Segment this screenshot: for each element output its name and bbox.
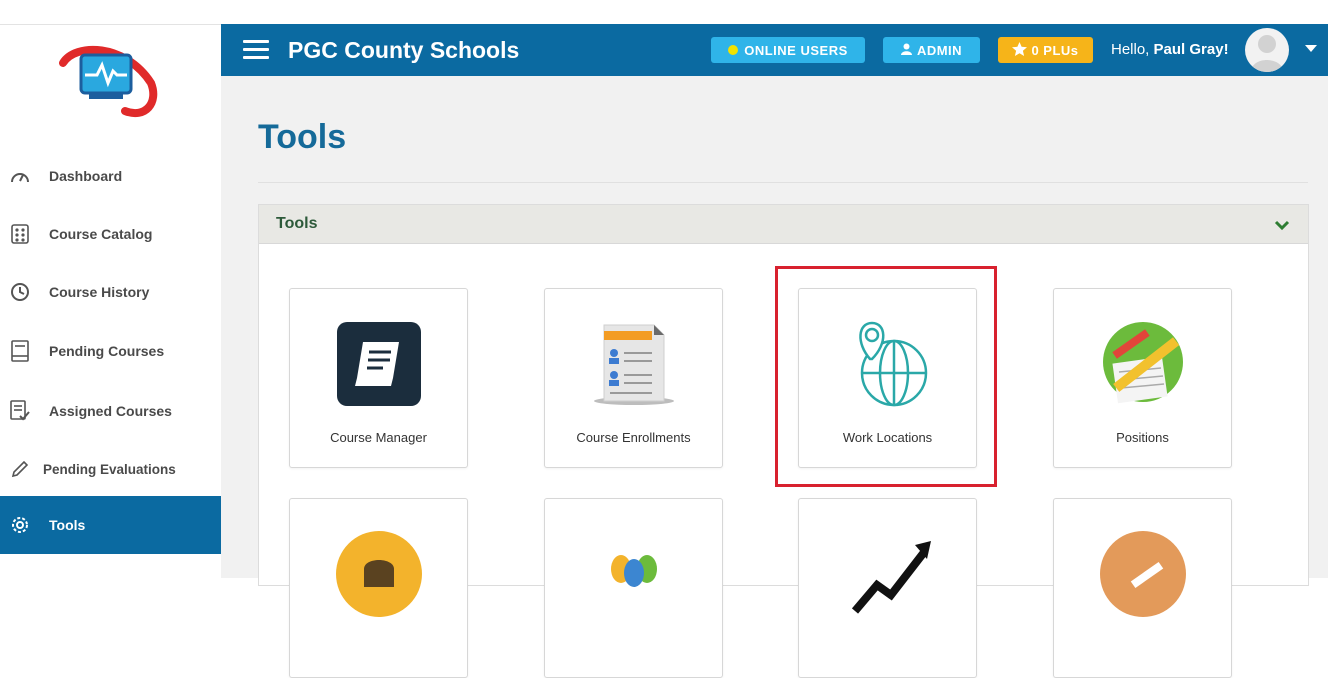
book-icon [9,340,31,362]
online-users-button[interactable]: ONLINE USERS [711,37,865,63]
tool-tile-notifications[interactable] [289,498,468,678]
star-icon [1012,41,1028,59]
tool-tile-access[interactable] [1053,498,1232,678]
tile-label: Positions [1116,430,1169,445]
gauge-icon [9,165,31,187]
page-title: Tools [258,118,347,156]
checklist-icon [9,400,31,422]
sidebar-item-pending-courses[interactable]: Pending Courses [0,322,221,380]
globe-pin-icon [843,319,933,409]
tile-label: Course Enrollments [576,430,691,445]
trend-arrow-icon [843,529,933,619]
pencil-icon [9,458,31,480]
greeting: Hello, Paul Gray! [1111,41,1229,58]
key-icon [1098,529,1188,619]
pencil-ruler-icon [1098,319,1188,409]
status-dot-icon [728,45,739,55]
tool-tile-events[interactable] [544,498,723,678]
online-users-label: ONLINE USERS [744,42,848,58]
document-users-icon [589,319,679,409]
gear-icon [9,514,31,536]
chevron-down-icon[interactable] [1274,218,1290,236]
balloons-icon [589,529,679,619]
tool-tile-course-manager[interactable]: Course Manager [289,288,468,468]
user-icon [900,43,912,58]
tool-tile-course-enrollments[interactable]: Course Enrollments [544,288,723,468]
catalog-icon [9,223,31,245]
tool-tile-positions[interactable]: Positions [1053,288,1232,468]
sidebar: Dashboard Course Catalog Course History … [0,24,221,579]
sidebar-item-dashboard[interactable]: Dashboard [0,147,221,205]
sidebar-item-label: Pending Evaluations [43,461,176,477]
tool-tile-reports[interactable] [798,498,977,678]
main-content: Tools Tools Course Manager Course Enroll… [221,76,1328,678]
tile-label: Course Manager [330,430,427,445]
chevron-down-icon[interactable] [1305,45,1317,52]
tile-label: Work Locations [842,430,933,445]
sidebar-item-label: Dashboard [49,168,123,184]
sidebar-item-pending-evaluations[interactable]: Pending Evaluations [0,440,221,498]
app-logo[interactable] [55,43,161,119]
bell-icon [334,529,424,619]
sidebar-item-label: Course History [49,284,150,300]
hamburger-menu-icon[interactable] [243,40,269,60]
plus-button[interactable]: 0 PLUs [998,37,1093,63]
avatar[interactable] [1245,28,1289,72]
book-app-icon [334,319,424,409]
sidebar-item-label: Course Catalog [49,226,153,242]
sidebar-item-label: Assigned Courses [49,403,172,419]
sidebar-item-assigned-courses[interactable]: Assigned Courses [0,382,221,440]
panel-title: Tools [276,215,318,232]
sidebar-item-course-history[interactable]: Course History [0,263,221,321]
sidebar-item-course-catalog[interactable]: Course Catalog [0,205,221,263]
tool-tile-work-locations[interactable]: Work Locations [798,288,977,468]
sidebar-item-label: Pending Courses [49,343,165,359]
panel-header[interactable]: Tools [259,205,1308,244]
brand-title[interactable]: PGC County Schools [288,37,519,64]
admin-button[interactable]: ADMIN [883,37,980,63]
divider [258,182,1308,183]
sidebar-item-tools[interactable]: Tools [0,496,221,554]
sidebar-item-label: Tools [49,517,86,533]
user-name: Paul Gray! [1153,41,1229,58]
admin-label: ADMIN [916,42,963,58]
tools-panel: Tools Course Manager Course Enrollments … [258,204,1309,678]
top-navbar: PGC County Schools ONLINE USERS ADMIN 0 … [221,24,1328,76]
plus-label: 0 PLUs [1031,42,1079,58]
clock-icon [9,281,31,303]
